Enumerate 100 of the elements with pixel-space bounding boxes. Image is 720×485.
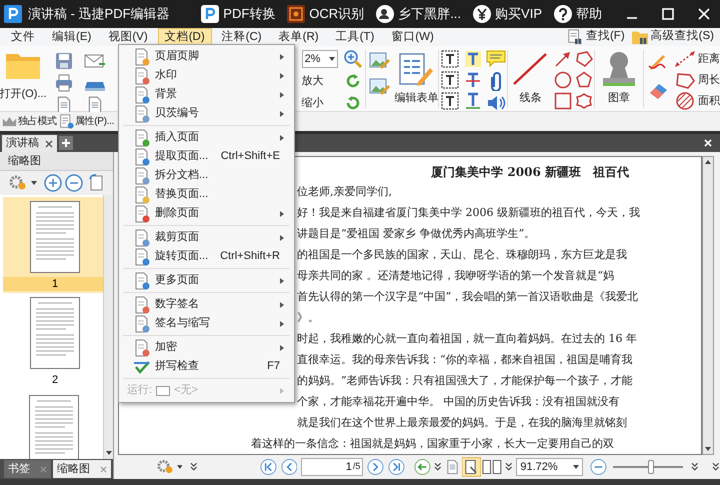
menu-item[interactable]: 裁剪页面 xyxy=(119,228,294,247)
document-tab[interactable]: 演讲稿 xyxy=(2,135,57,152)
image-edit-icon[interactable] xyxy=(369,52,392,72)
first-page-icon[interactable] xyxy=(260,458,277,476)
properties-icon xyxy=(58,114,74,129)
menu-item[interactable]: 数字签名 xyxy=(119,295,294,314)
fit-page-icon[interactable] xyxy=(462,457,482,477)
scrollbar[interactable] xyxy=(103,195,113,459)
highlight-text-icon[interactable] xyxy=(464,50,482,68)
underline-icon[interactable] xyxy=(464,92,482,110)
search-button[interactable]: 查找(F) xyxy=(566,28,625,46)
zoom-out-icon[interactable] xyxy=(65,174,83,192)
menu-item[interactable]: 替换页面... xyxy=(119,185,294,204)
title-bar-button[interactable]: 购买VIP xyxy=(473,4,542,24)
scroll-down-icon[interactable] xyxy=(106,451,112,455)
cloud-shape-icon[interactable] xyxy=(574,92,593,110)
text-box-icon[interactable] xyxy=(441,92,460,110)
circle-icon[interactable] xyxy=(554,71,572,89)
title-bar-button[interactable]: 乡下黑胖... xyxy=(376,4,462,24)
insert-page-icon xyxy=(133,128,151,146)
scroll-down-icon[interactable] xyxy=(705,447,711,451)
menu-item[interactable]: 页眉页脚 xyxy=(119,47,294,66)
rotate-icon[interactable] xyxy=(344,94,362,112)
zoom-slider-thumb[interactable] xyxy=(648,460,654,474)
zoom-in-icon[interactable] xyxy=(44,174,62,192)
title-bar-button[interactable]: PDF转换 xyxy=(201,4,276,24)
menu-item[interactable]: 插入页面 xyxy=(119,128,294,147)
menu-item[interactable]: 贝茨编号 xyxy=(119,104,294,123)
expand-icon[interactable] xyxy=(190,462,198,472)
scrollbar[interactable] xyxy=(702,156,714,455)
text-box-icon[interactable] xyxy=(441,71,460,89)
menu-item[interactable]: 水印 xyxy=(119,66,294,85)
new-tab-icon[interactable] xyxy=(59,136,73,150)
note-icon[interactable] xyxy=(486,50,506,68)
zoom-combo[interactable]: 2% xyxy=(302,50,338,68)
stamp-button[interactable]: 图章 xyxy=(595,46,644,106)
zoom-slider-track[interactable] xyxy=(612,460,683,474)
menu-item[interactable]: 旋转页面... Ctrl+Shift+R xyxy=(119,247,294,266)
caret-icon[interactable] xyxy=(176,465,182,469)
maximize-icon[interactable] xyxy=(662,8,674,20)
polygon-icon[interactable] xyxy=(574,50,593,68)
strikethrough-icon[interactable] xyxy=(464,71,482,89)
two-page-icon[interactable] xyxy=(482,458,503,476)
menu-item[interactable]: 签名与缩写 xyxy=(119,314,294,333)
previous-page-icon[interactable] xyxy=(280,458,298,476)
back-icon[interactable] xyxy=(414,458,431,476)
menu-item[interactable]: 表单(R) xyxy=(272,28,326,46)
panel-tab[interactable]: 缩略图 xyxy=(53,460,111,478)
zoom-in-icon[interactable] xyxy=(344,50,362,68)
menu-item[interactable]: 注释(C) xyxy=(214,28,269,46)
image-add-icon[interactable] xyxy=(369,78,392,98)
expand-icon[interactable] xyxy=(434,462,442,472)
menu-item[interactable]: 背景 xyxy=(119,85,294,104)
menu-item[interactable]: 视图(V) xyxy=(101,28,155,46)
menu-item[interactable]: 拆分文档... xyxy=(119,166,294,185)
last-page-icon[interactable] xyxy=(388,458,405,476)
close-icon[interactable] xyxy=(45,140,53,148)
toolbar-button[interactable]: 属性(P)... xyxy=(58,114,114,129)
edit-form-button[interactable]: 编辑表单 xyxy=(394,46,438,106)
title-bar-button[interactable]: 帮助 xyxy=(554,4,602,24)
line-button[interactable]: 线条 xyxy=(508,46,552,106)
expand-icon[interactable] xyxy=(690,462,698,472)
menu-item[interactable]: 工具(T) xyxy=(328,28,382,46)
expand-icon[interactable] xyxy=(712,462,720,472)
scroll-up-icon[interactable] xyxy=(705,160,711,164)
menu-item[interactable]: 文件 xyxy=(4,28,42,46)
zoom-combo[interactable]: 91.72% xyxy=(516,458,583,476)
arrow-icon[interactable] xyxy=(554,50,572,68)
page-thumbnail-item[interactable]: 2 xyxy=(3,293,103,389)
text-box-icon[interactable] xyxy=(441,50,460,68)
menu-item[interactable]: 删除页面 xyxy=(119,204,294,223)
measure-button[interactable]: 周长 xyxy=(674,71,720,89)
paperclip-icon[interactable] xyxy=(490,71,502,91)
printer-icon[interactable] xyxy=(54,74,73,92)
expand-icon[interactable] xyxy=(504,462,512,472)
mail-icon[interactable] xyxy=(84,52,106,70)
search-button[interactable]: 高级查找(S) xyxy=(630,28,714,46)
menu-item[interactable]: 编辑(E) xyxy=(45,28,98,46)
save-icon[interactable] xyxy=(54,52,73,70)
page-number-field[interactable]: 1/5 xyxy=(301,458,364,476)
speaker-icon[interactable] xyxy=(486,94,506,112)
measure-button[interactable]: 面积 xyxy=(674,92,720,110)
panel-tab[interactable]: 书签 xyxy=(4,460,51,478)
toolbar-button[interactable]: 独占模式 xyxy=(2,114,57,129)
menu-item[interactable]: 拼写检查 F7 xyxy=(119,357,294,376)
more-pages-icon xyxy=(133,272,151,290)
zoom-in-label: 放大 xyxy=(302,74,325,89)
menu-item[interactable]: 更多页面 xyxy=(119,271,294,290)
zoom-out-icon[interactable] xyxy=(590,458,607,476)
menu-item[interactable]: 提取页面... Ctrl+Shift+E xyxy=(119,147,294,166)
square-icon[interactable] xyxy=(554,92,572,110)
pentagon-icon[interactable] xyxy=(574,71,593,89)
next-page-icon[interactable] xyxy=(367,458,384,476)
area-icon xyxy=(674,92,696,110)
menu-item[interactable]: 窗口(W) xyxy=(384,28,441,46)
caret-icon[interactable] xyxy=(31,181,37,185)
menu-item[interactable]: 加密 xyxy=(119,338,294,357)
page-thumbnail-item[interactable]: 1 xyxy=(3,197,103,293)
title-bar-button[interactable]: OCR识别 xyxy=(287,4,364,24)
measure-button[interactable]: 距离 xyxy=(674,50,720,68)
